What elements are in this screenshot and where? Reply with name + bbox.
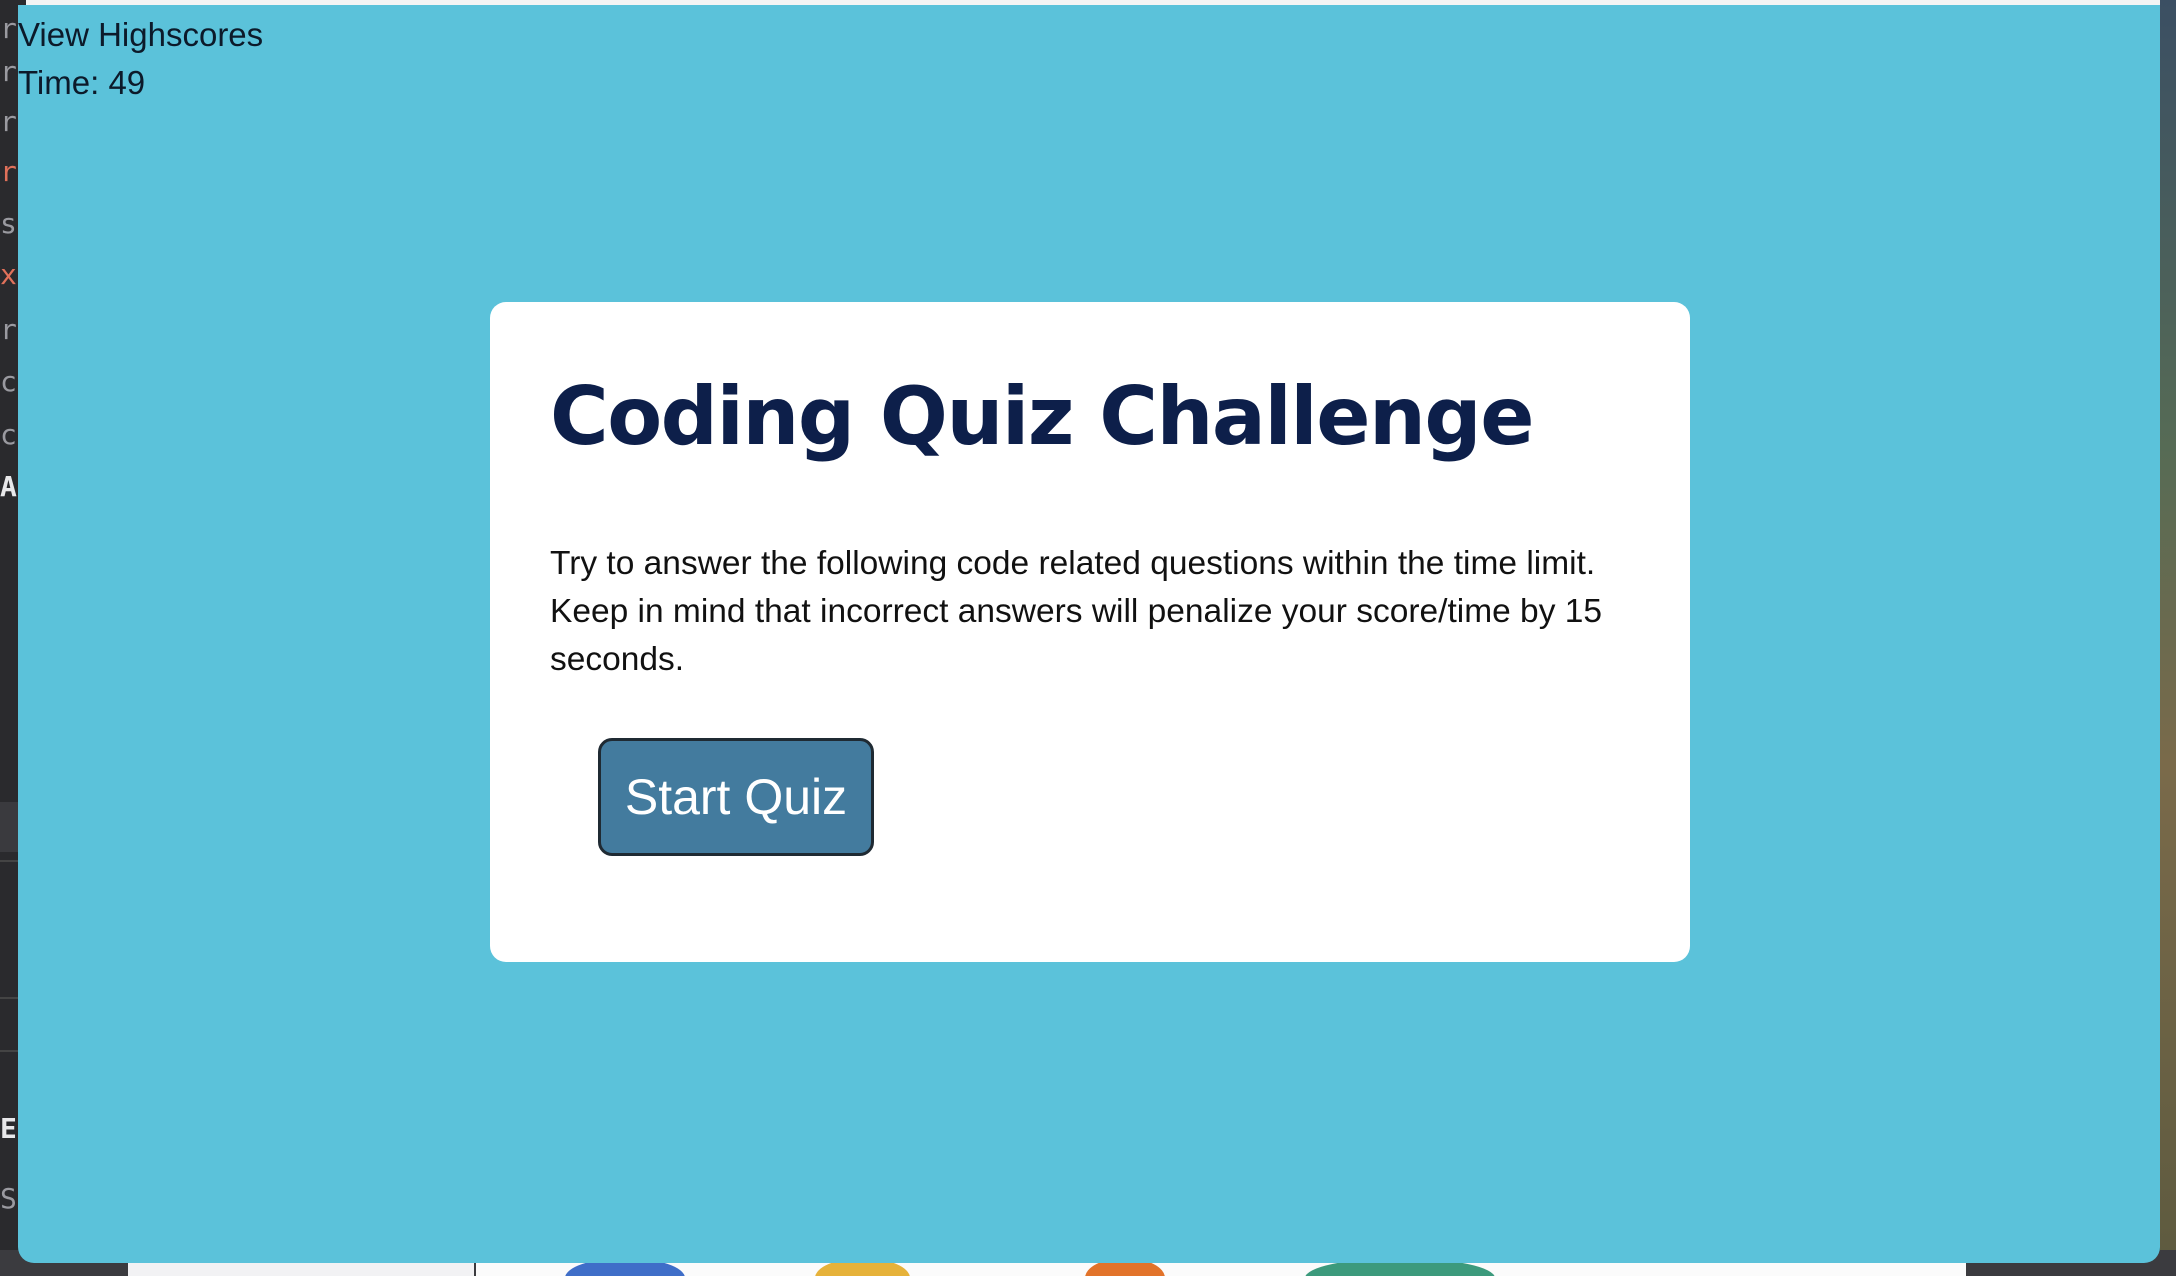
quiz-page: View Highscores Time: 49 Coding Quiz Cha… bbox=[18, 5, 2160, 1263]
intro-card: Coding Quiz Challenge Try to answer the … bbox=[490, 302, 1690, 962]
header: View Highscores Time: 49 bbox=[18, 11, 263, 107]
timer-value: 49 bbox=[108, 64, 146, 101]
timer-label: Time: bbox=[18, 64, 100, 101]
timer: Time: 49 bbox=[18, 59, 263, 107]
background-desktop-wallpaper bbox=[2160, 0, 2176, 1276]
view-highscores-link[interactable]: View Highscores bbox=[18, 11, 263, 59]
start-quiz-button[interactable]: Start Quiz bbox=[598, 738, 874, 856]
quiz-title: Coding Quiz Challenge bbox=[550, 370, 1534, 463]
quiz-description: Try to answer the following code related… bbox=[550, 545, 1603, 678]
